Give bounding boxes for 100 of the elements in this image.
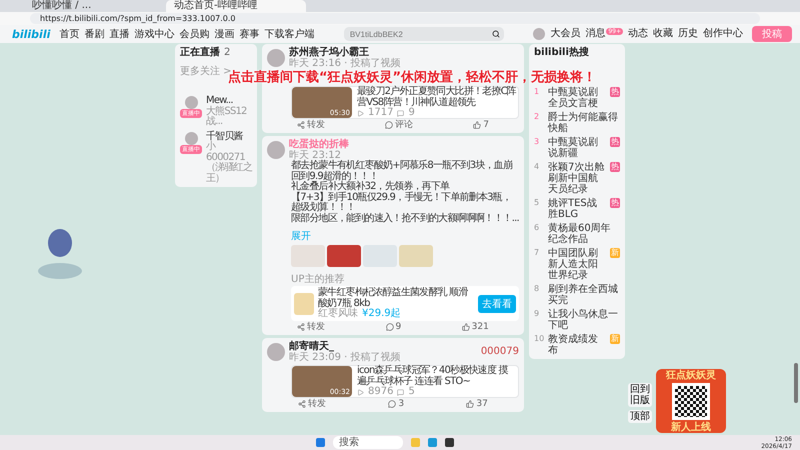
search-field[interactable]: BV1tiLdbBEK2: [344, 27, 504, 41]
view-count: 1717: [368, 108, 394, 118]
user-avatar[interactable]: [267, 49, 285, 67]
hot-item[interactable]: 让我小鸟休息一下吧: [548, 309, 620, 331]
start-icon[interactable]: [316, 438, 325, 447]
hot-item[interactable]: 中甄莫说剧说新疆: [548, 137, 606, 159]
hot-rank: 2: [534, 112, 540, 121]
comment-icon: [385, 121, 394, 129]
share-button[interactable]: 转发: [297, 322, 326, 332]
hot-rank: 10: [534, 334, 544, 343]
nav-link[interactable]: 漫画: [214, 27, 234, 41]
view-count: 8976: [368, 387, 394, 397]
ad-caption: 新人上线: [671, 422, 711, 433]
post-meta: 昨天 23:09 · 投稿了视频: [289, 353, 402, 363]
hot-tag: 新: [610, 248, 620, 258]
browser-tab[interactable]: 吵懂吵懂 / ...: [24, 0, 164, 12]
hot-rank: 1: [534, 87, 540, 96]
hot-tag: 热: [610, 137, 620, 147]
nav-action[interactable]: 创作中心: [702, 28, 743, 40]
hot-item[interactable]: 中甄莫说剧全员文言梗: [548, 87, 606, 109]
comment-icon: [388, 400, 396, 408]
address-bar[interactable]: https://t.bilibili.com/?spm_id_from=333.1007.0.0: [30, 13, 760, 24]
goods-shop: 红枣风味: [318, 309, 358, 319]
comment-button[interactable]: 评论: [385, 120, 414, 130]
streamer-name[interactable]: 千智贝酱: [206, 132, 252, 142]
browser-icon[interactable]: [428, 438, 437, 447]
goods-title: 蒙牛红枣枸杞浓醇益生菌发酵乳 顺滑酸奶7瓶 8kb: [318, 288, 469, 308]
browser-tab[interactable]: 动态首页-哔哩哔哩: [166, 0, 306, 12]
nav-link[interactable]: 赛事: [239, 27, 260, 41]
user-avatar[interactable]: [184, 132, 198, 144]
share-icon: [297, 323, 306, 331]
side-button[interactable]: 顶部: [628, 410, 652, 423]
hot-item[interactable]: 张颖7次出舱刷新中国航天员纪录: [548, 162, 606, 195]
streamer-name[interactable]: Mew...: [206, 96, 252, 106]
hot-item[interactable]: 黄杨最60周年纪念作品: [548, 223, 620, 245]
nav-action[interactable]: 历史: [678, 28, 698, 40]
stream-title: 大熊SS12战...: [206, 106, 248, 128]
nav-link[interactable]: 会员购: [179, 27, 210, 41]
nav-link[interactable]: 番剧: [84, 27, 104, 41]
photo-placeholder[interactable]: [291, 245, 325, 267]
hot-rank: 4: [534, 162, 540, 171]
play-icon: [357, 110, 364, 116]
author-name[interactable]: 邮寄晴天_: [289, 341, 477, 353]
side-button[interactable]: 回到旧版: [628, 383, 652, 407]
danmaku-icon: [397, 110, 404, 116]
goods-label: UP主的推荐: [291, 274, 344, 285]
share-button[interactable]: 转发: [297, 120, 326, 130]
hot-item[interactable]: 爵士为何能赢得快船: [548, 112, 620, 134]
post-text: 限部分地区，能到的速入！抢不到的大额啊啊啊！！！...: [291, 214, 519, 224]
user-avatar[interactable]: [267, 141, 285, 159]
photo-placeholder[interactable]: [327, 245, 361, 267]
post-text: 礼金叠后补大额补32，先领券，再下单: [291, 182, 450, 192]
hot-title: bilibili热搜: [534, 47, 590, 59]
like-button[interactable]: 321: [462, 322, 489, 332]
live-count: 2: [224, 48, 230, 58]
promo-banner[interactable]: 点击直播间下载“狂点妖妖灵”休闲放置，轻松不肝，无损换将！: [228, 70, 596, 85]
nav-link[interactable]: 直播: [109, 27, 130, 41]
hot-rank: 9: [534, 309, 540, 318]
ad-title: 狂点妖妖灵: [666, 370, 716, 381]
photo-placeholder[interactable]: [399, 245, 433, 267]
hot-item[interactable]: 刷到养在全西城买完: [548, 284, 620, 306]
share-button[interactable]: 转发: [298, 399, 326, 409]
comment-button[interactable]: 3: [388, 399, 404, 409]
search-icon[interactable]: [492, 30, 500, 38]
danmaku-icon: [397, 388, 404, 396]
comment-button[interactable]: 9: [386, 322, 402, 332]
goods-card[interactable]: 蒙牛红枣枸杞浓醇益生菌发酵乳 顺滑酸奶7瓶 8kb 红枣风味 ¥29.9起 去看看: [291, 286, 519, 321]
hot-tag: 热: [610, 162, 620, 172]
nav-action[interactable]: 大会员: [550, 28, 580, 40]
app-icon[interactable]: [445, 438, 454, 447]
post-text: 都去抢蒙牛有机红枣酸奶+阿慕乐8一瓶不到3块，血崩回到9.9超滑的！！！: [291, 161, 514, 182]
scrollbar[interactable]: [794, 363, 798, 403]
hot-item[interactable]: 姚评TES战胜BLG: [548, 198, 606, 220]
like-button[interactable]: 7: [473, 120, 489, 130]
nav-link[interactable]: 首页: [59, 27, 80, 41]
like-button[interactable]: 37: [466, 399, 488, 409]
author-name[interactable]: 苏州燕子坞小霸王: [289, 47, 519, 59]
hot-tag: 热: [610, 198, 620, 208]
hot-rank: 8: [534, 284, 540, 293]
like-icon: [466, 400, 474, 408]
photo-placeholder: [294, 292, 314, 314]
hot-item[interactable]: 教资成绩发布: [548, 334, 606, 356]
post-tag: 000079: [480, 347, 519, 357]
danmaku-count: 5: [408, 387, 415, 397]
nav-action[interactable]: 动态: [628, 28, 648, 40]
folder-icon[interactable]: [411, 438, 420, 447]
user-avatar[interactable]: [184, 96, 198, 109]
hot-rank: 6: [534, 223, 540, 232]
user-avatar[interactable]: [533, 28, 546, 40]
like-icon: [462, 323, 470, 331]
hot-item[interactable]: 中国团队刷新人造太阳世界纪录: [548, 248, 606, 281]
post-meta: 昨天 23:12: [289, 151, 341, 161]
nav-link[interactable]: 游戏中心: [134, 27, 174, 41]
video-title: 最骏刀2户外正夏赞同大比拼！老撩C阵营VS8阵营！川神队道超领先: [357, 87, 516, 108]
share-icon: [298, 400, 306, 408]
taskbar-search[interactable]: 搜索: [333, 436, 403, 449]
nav-action[interactable]: 收藏: [652, 28, 673, 40]
stream-title: 小6000271（涕骚红之王）: [206, 142, 252, 184]
user-avatar[interactable]: [267, 343, 285, 361]
nav-link[interactable]: 下载客户端: [264, 27, 314, 41]
